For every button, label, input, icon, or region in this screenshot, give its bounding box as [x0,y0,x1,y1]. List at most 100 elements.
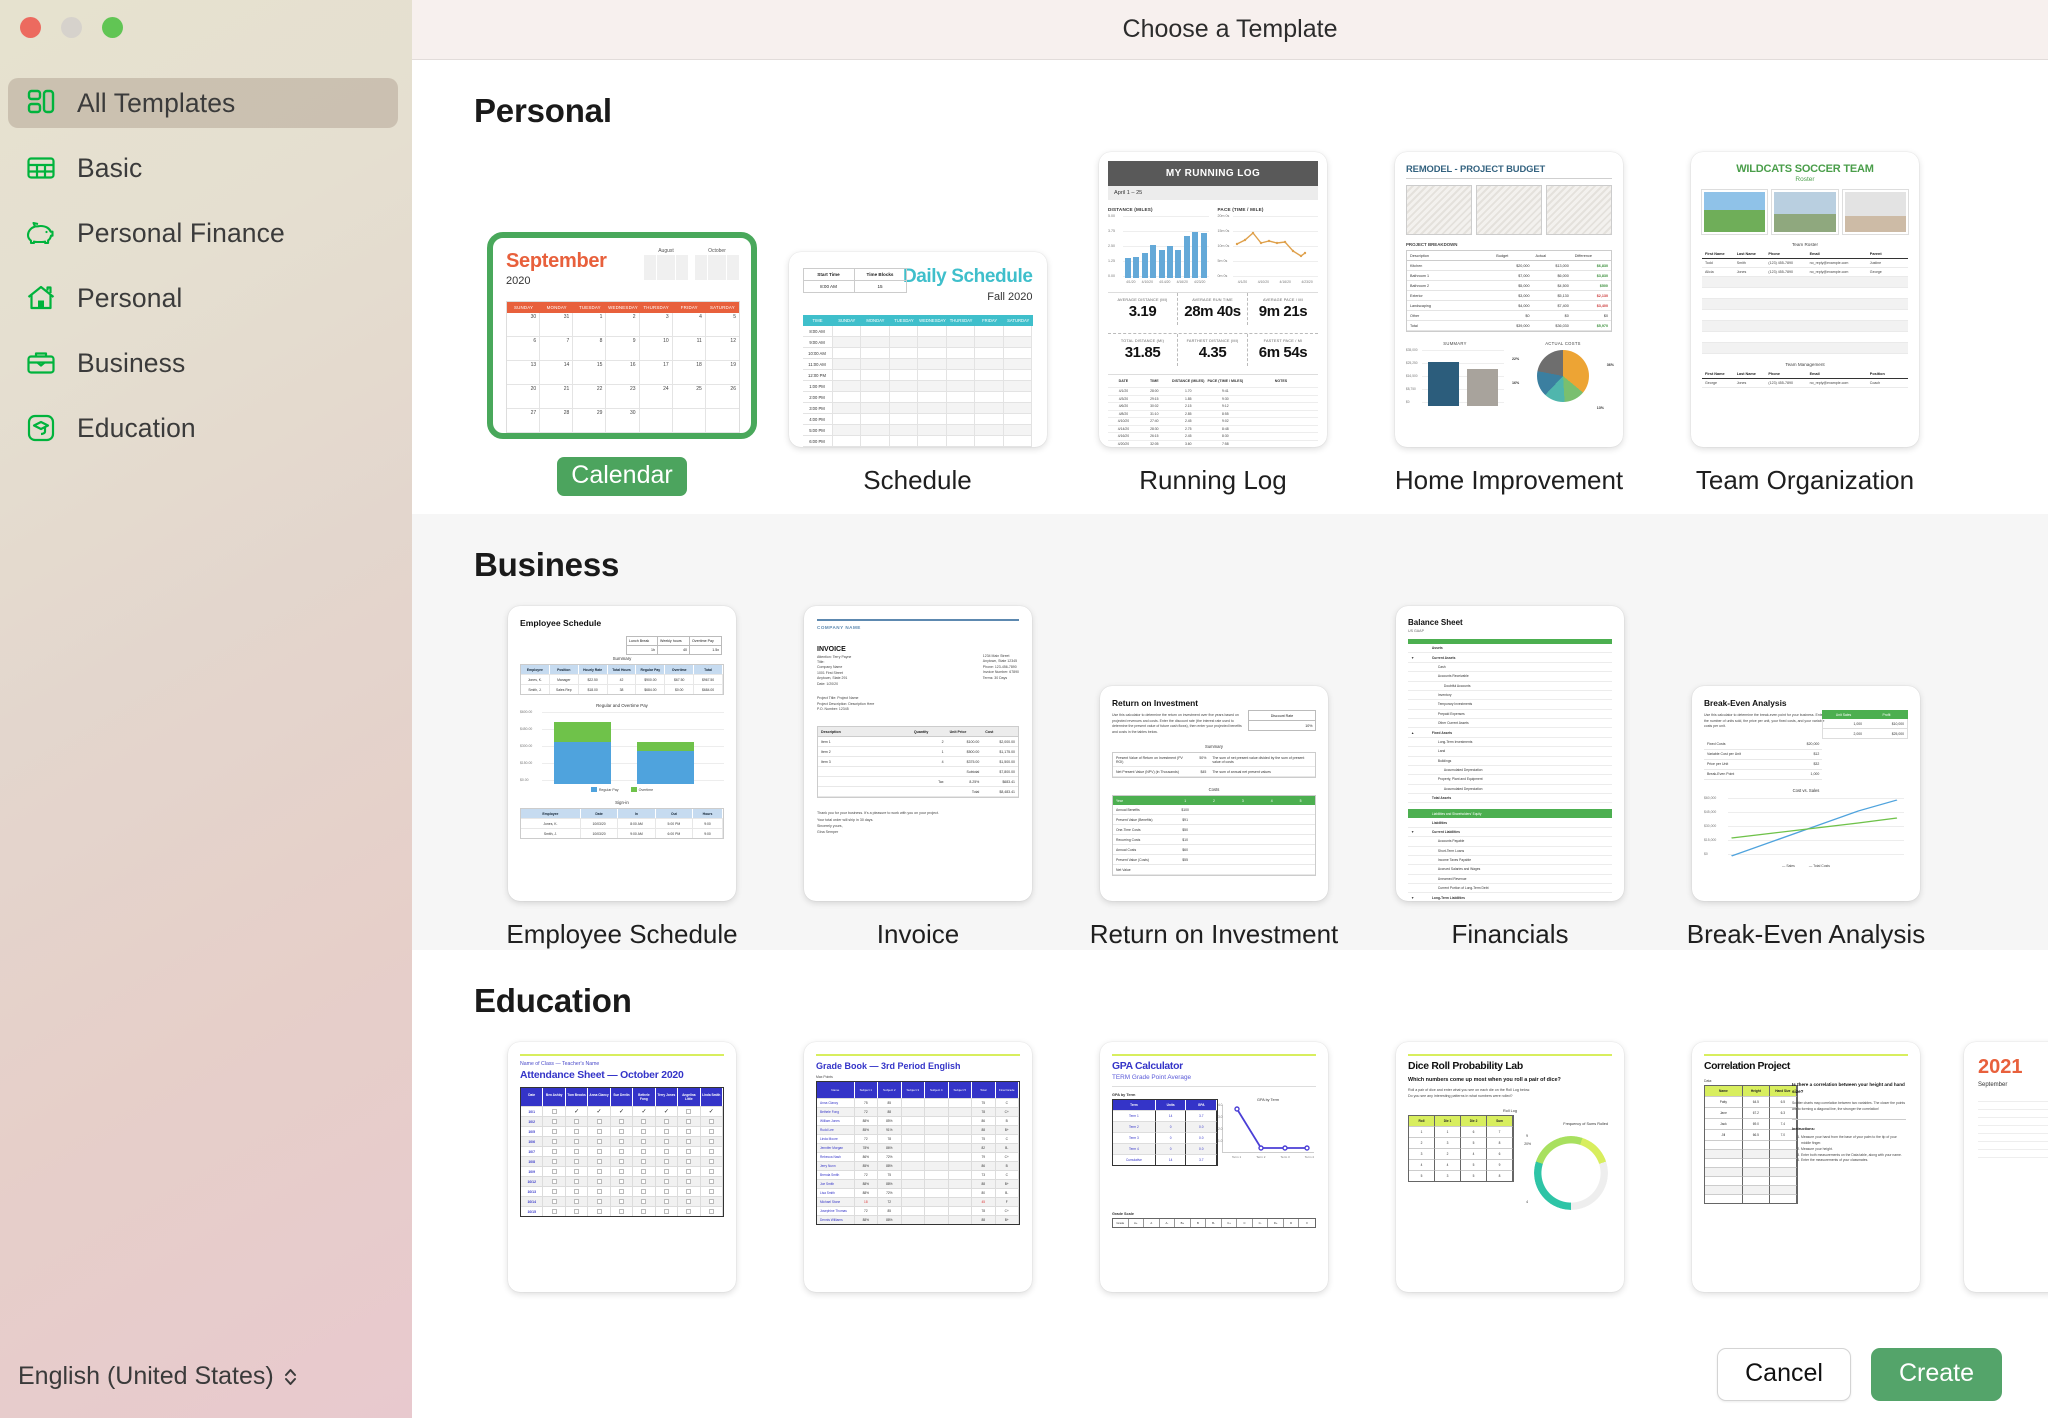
mini-month-grid [644,255,688,280]
weekday-label: SUNDAY [513,305,534,310]
sidebar-item-education[interactable]: Education [8,403,398,453]
sidebar-item-basic[interactable]: Basic [8,143,398,193]
template-thumbnail-grade-book[interactable]: Grade Book — 3rd Period English Max Poin… [804,1042,1032,1292]
scale-caption: Grade Scale [1112,1211,1134,1216]
schedule-preview: Start Time 8:00 AM Time Blocks 15 Daily … [789,252,1047,447]
template-thumbnail-schedule[interactable]: Start Time 8:00 AM Time Blocks 15 Daily … [788,252,1047,447]
template-tile-schedule[interactable]: Start Time 8:00 AM Time Blocks 15 Daily … [770,252,1065,496]
roi-preview: Return on Investment Use this calculator… [1100,686,1328,901]
template-tile-gpa-calculator[interactable]: GPA Calculator TERM Grade Point Average … [1066,1042,1362,1292]
template-thumbnail-running-log[interactable]: MY RUNNING LOG April 1 – 25 DISTANCE (MI… [1099,152,1327,447]
sidebar-item-label: All Templates [77,87,236,118]
template-tile-financials[interactable]: Balance Sheet US GAAP Assets ▼ Current As… [1362,606,1658,950]
template-tile-peek-calendar[interactable]: 2021 September [1954,1042,2048,1292]
x-tick: 4/1/20 [1237,280,1248,284]
sidebar-item-personal-finance[interactable]: Personal Finance [8,208,398,258]
template-tile-home-improvement[interactable]: REMODEL - PROJECT BUDGET PROJECT BREAKDO… [1361,152,1657,496]
control-label: Start Time [803,269,854,281]
from-block: 1234 Main Street Anytown, State 12345 Ph… [982,654,1019,680]
template-thumbnail-team-organization[interactable]: WILDCATS SOCCER TEAM Roster Team Roster [1691,152,1919,447]
gradebook-table: Name Subject 1 Subject 2 Subject 3 Subje… [816,1080,1020,1226]
thumbnail-wrap: WILDCATS SOCCER TEAM Roster Team Roster [1691,152,1919,447]
chart-annotation: 20% [1524,1142,1531,1146]
column-header: Last Name [1736,252,1756,256]
template-thumbnail-calendar[interactable]: September 2020 August October SUNDAY MON… [487,232,757,439]
table-row: Joe Smith 88% 88% 88 B+ [817,1179,1019,1189]
costs-caption: Costs [1208,787,1220,793]
sidebar-item-label: Basic [77,152,143,183]
stat-cell: TOTAL DISTANCE (MI) 31.85 [1108,334,1178,366]
template-thumbnail-employee-schedule[interactable]: Employee Schedule Lunch Break 1h Weekly h… [508,606,736,901]
liability-rows: Liabilities ▼ Current Liabilities Account… [1408,818,1612,901]
cancel-button[interactable]: Cancel [1717,1347,1851,1401]
invoice-heading: INVOICE [817,645,846,653]
management-table: First Name Last Name Phone Email Positio… [1702,370,1908,388]
template-tile-invoice[interactable]: COMPANY NAME INVOICE Attention: Terry Pa… [770,606,1066,950]
template-thumbnail-peek-calendar[interactable]: 2021 September [1964,1042,2048,1292]
checkbox[interactable] [551,1109,557,1115]
schedule-row: 4:00 PM [802,414,1033,425]
minimize-window-button[interactable] [61,17,82,38]
checkbox-checked[interactable]: ✓ [574,1109,579,1115]
table-row: Smith, J. Sales Rep $18.00 38 $684.00 $0.00… [521,684,723,694]
template-tile-running-log[interactable]: MY RUNNING LOG April 1 – 25 DISTANCE (MI… [1065,152,1361,496]
create-button[interactable]: Create [1870,1347,2002,1401]
template-thumbnail-home-improvement[interactable]: REMODEL - PROJECT BUDGET PROJECT BREAKDO… [1395,152,1623,447]
template-tile-break-even[interactable]: Break-Even Analysis Use this calculator … [1658,686,1954,950]
template-tile-return-on-investment[interactable]: Return on Investment Use this calculator… [1066,686,1362,950]
template-tile-dice-roll[interactable]: Dice Roll Probability Lab Which numbers … [1362,1042,1658,1292]
template-tile-grade-book[interactable]: Grade Book — 3rd Period English Max Poin… [770,1042,1066,1292]
close-window-button[interactable] [20,17,41,38]
template-thumbnail-roi[interactable]: Return on Investment Use this calculator… [1100,686,1328,901]
mini-month: August [644,248,688,280]
accent-rule [1408,1054,1612,1056]
thumbnail-wrap: Name of Class — Teacher's Name Attendanc… [508,1042,736,1292]
checkbox-checked[interactable]: ✓ [619,1109,624,1115]
template-thumbnail-correlation-project[interactable]: Correlation Project Data: Name Height Ha… [1692,1042,1920,1292]
template-tile-calendar[interactable]: September 2020 August October SUNDAY MON… [474,232,770,496]
table-row: ▼ Current Assets [1408,653,1612,663]
house-icon [24,281,58,315]
column-header: TIME [1150,379,1159,383]
template-thumbnail-financials[interactable]: Balance Sheet US GAAP Assets ▼ Current As… [1396,606,1624,901]
template-thumbnail-invoice[interactable]: COMPANY NAME INVOICE Attention: Terry Pa… [804,606,1032,901]
checkbox-checked[interactable]: ✓ [709,1109,714,1115]
choose-template-window: All Templates Basic Personal Finance Per… [0,0,2048,1418]
template-tile-team-organization[interactable]: WILDCATS SOCCER TEAM Roster Team Roster [1657,152,1953,496]
peek-month: September [1978,1082,2008,1088]
pie-label: 36% [1606,363,1614,367]
template-scroll-area[interactable]: Personal September 2020 August October S… [412,60,2048,1330]
template-tile-employee-schedule[interactable]: Employee Schedule Lunch Break 1h Weekly h… [474,606,770,950]
template-thumbnail-gpa-calculator[interactable]: GPA Calculator TERM Grade Point Average … [1100,1042,1328,1292]
checkbox-checked[interactable]: ✓ [641,1109,646,1115]
summary-table: Present Value of Return on Investment (P… [1112,752,1316,779]
language-selector[interactable]: English (United States) [18,1362,298,1391]
table-row: Alicia Jones (123) 455-7890 no_reply@exa… [1702,268,1908,277]
divider [817,619,1019,621]
window-titlebar: Choose a Template [412,0,2048,60]
team-photos [1702,190,1908,234]
table-row: 10/1 ✓ ✓ ✓ ✓ ✓ ✓ [521,1106,723,1117]
sidebar-item-all-templates[interactable]: All Templates [8,78,398,128]
template-thumbnail-dice-roll[interactable]: Dice Roll Probability Lab Which numbers … [1396,1042,1624,1292]
running-log-table: DATE TIME DISTANCE (MILES) PACE (TIME / … [1108,374,1318,447]
template-thumbnail-attendance-sheet[interactable]: Name of Class — Teacher's Name Attendanc… [508,1042,736,1292]
checkbox-checked[interactable]: ✓ [597,1109,602,1115]
thumbnail-wrap: Return on Investment Use this calculator… [1100,686,1328,901]
template-tile-correlation-project[interactable]: Correlation Project Data: Name Height Ha… [1658,1042,1954,1292]
team-title: WILDCATS SOCCER TEAM [1736,163,1874,175]
template-label-calendar: Calendar [557,457,687,496]
sidebar-item-business[interactable]: Business [8,338,398,388]
template-tile-attendance-sheet[interactable]: Name of Class — Teacher's Name Attendanc… [474,1042,770,1292]
maximize-window-button[interactable] [102,17,123,38]
invoice-preview: COMPANY NAME INVOICE Attention: Terry Pa… [804,606,1032,901]
checkbox-checked[interactable]: ✓ [664,1109,669,1115]
table-row: Jennifer Morgan 78% 86% 82 B- [817,1143,1019,1153]
template-thumbnail-break-even[interactable]: Break-Even Analysis Use this calculator … [1692,686,1920,901]
legend-item: — Total Costs [1808,863,1830,868]
sidebar-item-personal[interactable]: Personal [8,273,398,323]
schedule-row: 2:00 PM [802,392,1033,403]
table-row: One-Time Costs $50 [1113,825,1315,836]
checkbox[interactable] [686,1109,692,1115]
class-line: Name of Class — Teacher's Name [520,1060,600,1067]
